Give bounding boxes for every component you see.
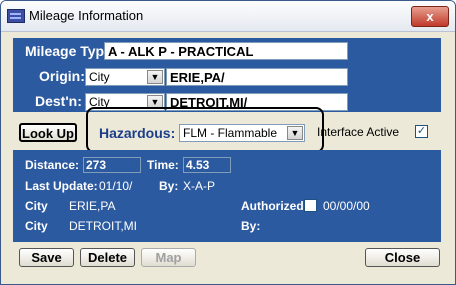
time-label: Time: <box>147 158 179 172</box>
save-button[interactable]: Save <box>19 248 74 267</box>
chevron-down-icon[interactable]: ▼ <box>287 126 303 140</box>
close-button[interactable]: Close <box>365 248 440 267</box>
row1-type-label: City <box>25 199 48 213</box>
last-update-value: 01/10/ <box>99 179 133 193</box>
chevron-down-icon[interactable]: ▼ <box>147 70 163 84</box>
authorized-checkbox[interactable] <box>304 199 317 212</box>
distance-label: Distance: <box>25 158 80 172</box>
map-button[interactable]: Map <box>141 248 196 267</box>
interface-active-checkbox[interactable]: ✓ <box>415 125 428 138</box>
time-value: 4.53 <box>183 157 231 173</box>
last-update-label: Last Update: <box>25 179 98 193</box>
app-icon <box>7 9 25 23</box>
interface-active-label: Interface Active <box>317 125 400 139</box>
by-label: By: <box>159 179 179 193</box>
mileage-type-label: Mileage Type: <box>25 43 117 59</box>
title-bar: Mileage Information x <box>1 1 455 32</box>
distance-value: 273 <box>83 157 141 173</box>
origin-type-select[interactable]: City ▼ <box>85 68 165 86</box>
by-value: X-A-P <box>183 179 216 193</box>
authorized-date: 00/00/00 <box>323 199 370 213</box>
mileage-information-window: Mileage Information x Mileage Type: A - … <box>0 0 456 285</box>
mileage-type-field[interactable]: A - ALK P - PRACTICAL <box>104 42 348 60</box>
hazardous-select[interactable]: FLM - Flammable ▼ <box>179 124 305 142</box>
origin-type-value: City <box>89 70 110 84</box>
hazardous-value: FLM - Flammable <box>183 126 278 140</box>
row2-city-value: DETROIT,MI <box>69 219 137 233</box>
look-up-button[interactable]: Look Up <box>19 123 77 142</box>
row1-city-value: ERIE,PA <box>69 199 116 213</box>
authorized-label: Authorized <box>241 199 304 213</box>
details-panel: Distance: 273 Time: 4.53 Last Update: 01… <box>13 150 441 242</box>
origin-label: Origin: <box>39 68 85 84</box>
row2-type-label: City <box>25 219 48 233</box>
hazardous-label: Hazardous: <box>99 125 176 141</box>
origin-field[interactable]: ERIE,PA/ <box>166 68 348 86</box>
delete-button[interactable]: Delete <box>80 248 135 267</box>
window-close-button[interactable]: x <box>411 6 449 27</box>
route-panel: Mileage Type: A - ALK P - PRACTICAL Orig… <box>13 38 441 112</box>
by2-label: By: <box>241 219 261 233</box>
window-title: Mileage Information <box>29 8 144 23</box>
destination-label: Dest'n: <box>35 93 82 109</box>
